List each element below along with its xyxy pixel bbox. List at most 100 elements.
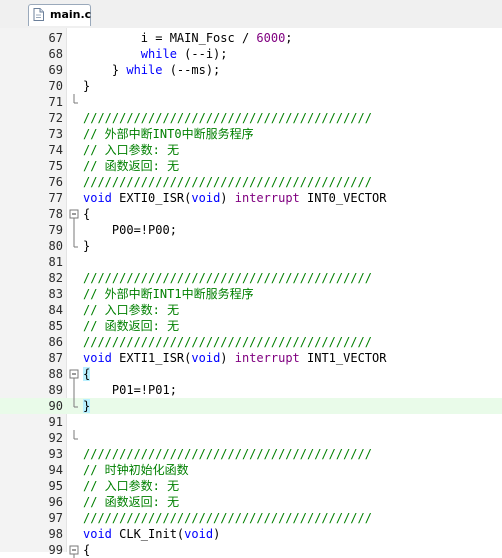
code-line[interactable]: 91 <box>0 414 502 430</box>
line-number: 92 <box>48 431 63 445</box>
line-number: 95 <box>48 479 63 493</box>
code-text: //////////////////////////////////////// <box>83 335 372 349</box>
code-line[interactable]: 84 // 入口参数: 无 <box>0 302 502 318</box>
code-line[interactable]: 97 //////////////////////////////////////… <box>0 510 502 526</box>
fold-line-icon <box>69 190 79 206</box>
fold-line-icon <box>69 78 79 94</box>
line-number: 88 <box>48 367 63 381</box>
code-line[interactable]: 85 // 函数返回: 无 <box>0 318 502 334</box>
code-line[interactable]: 89 P01=!P01; <box>0 382 502 398</box>
line-number: 74 <box>48 143 63 157</box>
fold-line-icon <box>69 350 79 366</box>
code-line[interactable]: 80} <box>0 238 502 254</box>
code-line[interactable]: 75 // 函数返回: 无 <box>0 158 502 174</box>
line-number: 85 <box>48 319 63 333</box>
code-line[interactable]: 69 } while (--ms); <box>0 62 502 78</box>
line-number: 84 <box>48 303 63 317</box>
line-number: 97 <box>48 511 63 525</box>
tab-bar: main.c <box>0 0 502 29</box>
code-text: //////////////////////////////////////// <box>83 175 372 189</box>
code-text: while (--i); <box>140 47 228 61</box>
c-file-icon <box>33 8 44 21</box>
line-number: 77 <box>48 191 63 205</box>
fold-toggle-icon[interactable] <box>69 366 79 382</box>
code-text: } while (--ms); <box>83 63 221 77</box>
code-editor[interactable]: 67 i = MAIN_Fosc / 6000; 68 while (--i); 6… <box>0 28 502 558</box>
code-text: P01=!P01; <box>83 383 177 397</box>
code-line[interactable]: 87 void EXTI1_ISR(void) interrupt INT1_VE… <box>0 350 502 366</box>
line-number: 99 <box>48 543 63 557</box>
fold-end-icon <box>73 94 78 104</box>
fold-line-icon <box>69 110 79 126</box>
code-line[interactable]: 86 //////////////////////////////////////… <box>0 334 502 350</box>
code-line[interactable]: 95 // 入口参数: 无 <box>0 478 502 494</box>
code-text: //////////////////////////////////////// <box>83 447 372 461</box>
code-text: // 函数返回: 无 <box>83 495 180 509</box>
code-line[interactable]: 94 // 时钟初始化函数 <box>0 462 502 478</box>
line-number: 87 <box>48 351 63 365</box>
code-line[interactable]: 67 i = MAIN_Fosc / 6000; <box>0 30 502 46</box>
line-number: 86 <box>48 335 63 349</box>
code-text: } <box>83 239 91 253</box>
code-line[interactable]: 73 // 外部中断INT0中断服务程序 <box>0 126 502 142</box>
code-text: void EXTI1_ISR(void) interrupt INT1_VECT… <box>83 351 387 365</box>
code-line[interactable]: 98 void CLK_Init(void) <box>0 526 502 542</box>
fold-end-icon <box>73 238 78 248</box>
line-number: 96 <box>48 495 63 509</box>
code-line[interactable]: 68 while (--i); <box>0 46 502 62</box>
line-number: 71 <box>48 95 63 109</box>
fold-line-icon <box>69 62 79 78</box>
code-line[interactable]: 99 { <box>0 542 502 558</box>
fold-line-icon <box>73 222 75 238</box>
code-text: // 入口参数: 无 <box>83 303 180 317</box>
code-line[interactable]: 71 <box>0 94 502 110</box>
line-number: 73 <box>48 127 63 141</box>
code-text: // 外部中断INT0中断服务程序 <box>83 127 254 141</box>
fold-line-icon <box>69 510 79 526</box>
code-text: // 入口参数: 无 <box>83 143 180 157</box>
code-line[interactable]: 78 { <box>0 206 502 222</box>
fold-line-icon <box>69 462 79 478</box>
code-line[interactable]: 79 P00=!P00; <box>0 222 502 238</box>
code-text: // 时钟初始化函数 <box>83 463 189 477</box>
fold-line-icon <box>69 302 79 318</box>
code-line[interactable]: 92 <box>0 430 502 446</box>
code-line[interactable]: 72 //////////////////////////////////////… <box>0 110 502 126</box>
fold-line-icon <box>69 494 79 510</box>
code-line[interactable]: 81 <box>0 254 502 270</box>
code-line[interactable]: 77 void EXTI0_ISR(void) interrupt INT0_VE… <box>0 190 502 206</box>
fold-line-icon <box>69 158 79 174</box>
line-number: 83 <box>48 287 63 301</box>
code-line[interactable]: 76 //////////////////////////////////////… <box>0 174 502 190</box>
line-number: 75 <box>48 159 63 173</box>
code-text: // 外部中断INT1中断服务程序 <box>83 287 254 301</box>
code-line[interactable]: 82 //////////////////////////////////////… <box>0 270 502 286</box>
fold-toggle-icon[interactable] <box>69 542 79 558</box>
code-line[interactable]: 74 // 入口参数: 无 <box>0 142 502 158</box>
code-line[interactable]: 88 { <box>0 366 502 382</box>
fold-end-icon <box>73 430 78 440</box>
code-text: i = MAIN_Fosc / 6000; <box>83 31 293 45</box>
fold-line-icon <box>69 46 79 62</box>
fold-toggle-icon[interactable] <box>69 206 79 222</box>
code-line[interactable]: 70} <box>0 78 502 94</box>
code-text: //////////////////////////////////////// <box>83 271 372 285</box>
code-line[interactable]: 93 //////////////////////////////////////… <box>0 446 502 462</box>
code-line[interactable]: 96 // 函数返回: 无 <box>0 494 502 510</box>
code-text: { <box>83 207 91 221</box>
fold-line-icon <box>69 270 79 286</box>
code-line[interactable]: 83 // 外部中断INT1中断服务程序 <box>0 286 502 302</box>
code-text: //////////////////////////////////////// <box>83 511 372 525</box>
line-number: 98 <box>48 527 63 541</box>
fold-line-icon <box>69 414 79 430</box>
code-line[interactable]: 90} <box>0 398 502 414</box>
code-text: { <box>83 543 91 557</box>
fold-end-icon <box>73 398 78 408</box>
fold-line-icon <box>69 334 79 350</box>
tab-main-c[interactable]: main.c <box>28 4 91 26</box>
fold-line-icon <box>69 446 79 462</box>
tab-label: main.c <box>50 8 92 21</box>
line-number: 68 <box>48 47 63 61</box>
code-text: } <box>83 399 91 413</box>
line-number: 82 <box>48 271 63 285</box>
